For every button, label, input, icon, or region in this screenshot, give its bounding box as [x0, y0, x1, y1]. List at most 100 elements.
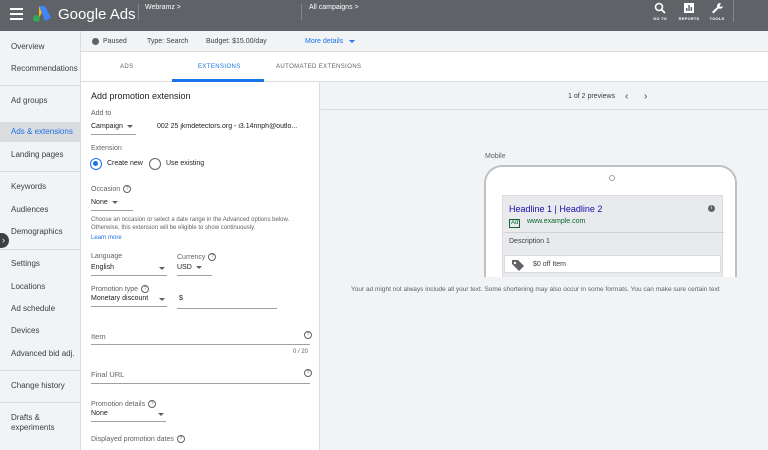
preview-pager: 1 of 2 previews ‹ ›: [321, 82, 768, 110]
google-ads-logo-icon: [33, 6, 51, 22]
phone-camera: [609, 175, 615, 181]
sidebar-item-ads-extensions[interactable]: Ads & extensions: [0, 122, 81, 142]
top-bar: Google Ads Webramz > All campaigns > GO …: [0, 0, 768, 31]
divider: [733, 0, 734, 22]
sidebar-item-drafts-experiments[interactable]: Drafts & experiments: [0, 413, 60, 433]
occasion-helper-text: Choose an occasion or select a date rang…: [91, 217, 290, 231]
help-icon[interactable]: ?: [304, 369, 312, 377]
info-icon[interactable]: i: [708, 205, 715, 212]
chevron-down-icon: [126, 124, 133, 128]
sidebar-item-audiences[interactable]: Audiences: [0, 205, 81, 215]
prev-preview-button[interactable]: ‹: [625, 91, 628, 102]
tab-bar: ADS EXTENSIONS AUTOMATED EXTENSIONS: [81, 52, 768, 82]
help-icon[interactable]: ?: [176, 435, 185, 443]
tab-automated-extensions[interactable]: AUTOMATED EXTENSIONS: [276, 64, 361, 70]
select-underline: [91, 306, 167, 307]
displayed-dates-label: Displayed promotion dates?: [91, 435, 185, 443]
promotion-details-label: Promotion details?: [91, 400, 157, 408]
preview-disclaimer: Your ad might not always include all you…: [351, 286, 720, 293]
item-input-underline: [91, 344, 310, 345]
promotion-type-select[interactable]: Monetary discount: [91, 295, 167, 302]
help-icon[interactable]: ?: [148, 400, 157, 408]
add-to-select[interactable]: Campaign: [91, 123, 133, 130]
divider: [503, 232, 724, 233]
menu-icon[interactable]: [10, 8, 23, 20]
final-url-underline: [91, 383, 310, 384]
sidebar-item-advanced-bid-adj[interactable]: Advanced bid adj.: [0, 349, 81, 359]
price-tag-icon: [512, 260, 524, 271]
search-icon: [654, 2, 666, 14]
account-selector[interactable]: Webramz >: [145, 4, 181, 11]
goto-button[interactable]: GO TO: [647, 2, 673, 21]
next-preview-button[interactable]: ›: [644, 91, 647, 102]
sidebar-item-ad-groups[interactable]: Ad groups: [0, 96, 81, 106]
language-label: Language: [91, 253, 123, 260]
preview-count: 1 of 2 previews: [568, 93, 616, 100]
help-icon[interactable]: ?: [304, 331, 312, 339]
ad-badge: Ad: [509, 219, 521, 228]
extension-label: Extension: [91, 145, 122, 152]
sidebar-divider: [0, 402, 81, 403]
chevron-down-icon: [195, 265, 202, 269]
sidebar: Overview Recommendations Ad groups Ads &…: [0, 31, 81, 450]
use-existing-radio[interactable]: [149, 158, 161, 170]
sidebar-item-devices[interactable]: Devices: [0, 326, 81, 336]
campaigns-selector[interactable]: All campaigns >: [309, 4, 359, 11]
campaign-budget: Budget: $15.00/day: [206, 38, 267, 45]
paused-status-icon: [92, 38, 99, 45]
dollar-sign: $: [179, 295, 183, 302]
campaign-status-bar: Paused Type: Search Budget: $15.00/day M…: [81, 31, 768, 52]
more-details-link[interactable]: More details: [305, 38, 356, 45]
final-url-input[interactable]: Final URL: [91, 370, 124, 379]
currency-select[interactable]: USD: [177, 264, 202, 271]
sidebar-item-overview[interactable]: Overview: [0, 42, 81, 52]
ad-description: Description 1: [509, 238, 550, 245]
ad-preview-panel: 1 of 2 previews ‹ › Mobile Headline 1 | …: [321, 82, 768, 450]
item-input[interactable]: Item: [91, 332, 106, 341]
create-new-radio[interactable]: [90, 158, 102, 170]
occasion-select[interactable]: None: [91, 199, 118, 206]
chevron-down-icon: [159, 267, 165, 270]
sidebar-item-landing-pages[interactable]: Landing pages: [0, 150, 81, 160]
help-icon[interactable]: ?: [141, 285, 150, 293]
reports-button[interactable]: REPORTS: [676, 2, 702, 21]
ad-preview-card: Headline 1 | Headline 2 i Ad www.example…: [502, 195, 724, 277]
status-state: Paused: [103, 38, 127, 45]
tools-button[interactable]: TOOLS: [704, 2, 730, 21]
sidebar-item-change-history[interactable]: Change history: [0, 381, 81, 391]
sidebar-item-demographics[interactable]: Demographics: [0, 227, 81, 237]
sidebar-item-recommendations[interactable]: Recommendations: [0, 64, 81, 74]
amount-input[interactable]: [177, 308, 277, 309]
sidebar-item-settings[interactable]: Settings: [0, 259, 81, 269]
device-label: Mobile: [485, 153, 506, 160]
tab-extensions[interactable]: EXTENSIONS: [198, 64, 241, 70]
reports-icon: [684, 3, 694, 13]
chevron-down-icon: [349, 39, 356, 43]
mobile-phone-frame: Headline 1 | Headline 2 i Ad www.example…: [484, 165, 737, 277]
ad-headline: Headline 1 | Headline 2: [509, 204, 603, 214]
ad-display-url: www.example.com: [527, 218, 586, 225]
select-underline: [91, 275, 167, 276]
sidebar-item-keywords[interactable]: Keywords: [0, 182, 81, 192]
help-icon[interactable]: ?: [123, 185, 132, 193]
promotion-type-label: Promotion type?: [91, 285, 150, 293]
sidebar-divider: [0, 85, 81, 86]
learn-more-link[interactable]: Learn more: [91, 234, 122, 242]
chevron-down-icon: [111, 200, 118, 204]
ad-promotion-row: $0 off Item: [504, 255, 721, 273]
sidebar-item-ad-schedule[interactable]: Ad schedule: [0, 304, 81, 314]
select-underline: [91, 134, 136, 135]
brand-name: Google Ads: [58, 6, 136, 23]
campaign-name: 002 25 jkmdetectors.org - i3.14nnph@outl…: [157, 123, 298, 130]
tab-ads[interactable]: ADS: [120, 64, 134, 70]
promotion-details-select[interactable]: None: [91, 410, 166, 417]
divider: [301, 4, 302, 20]
language-select[interactable]: English: [91, 264, 167, 271]
add-to-label: Add to: [91, 110, 112, 117]
occasion-label: Occasion?: [91, 185, 132, 193]
select-underline: [177, 275, 212, 276]
sidebar-divider: [0, 370, 81, 371]
sidebar-item-locations[interactable]: Locations: [0, 282, 81, 292]
help-icon[interactable]: ?: [208, 253, 217, 261]
chevron-down-icon: [159, 298, 165, 301]
